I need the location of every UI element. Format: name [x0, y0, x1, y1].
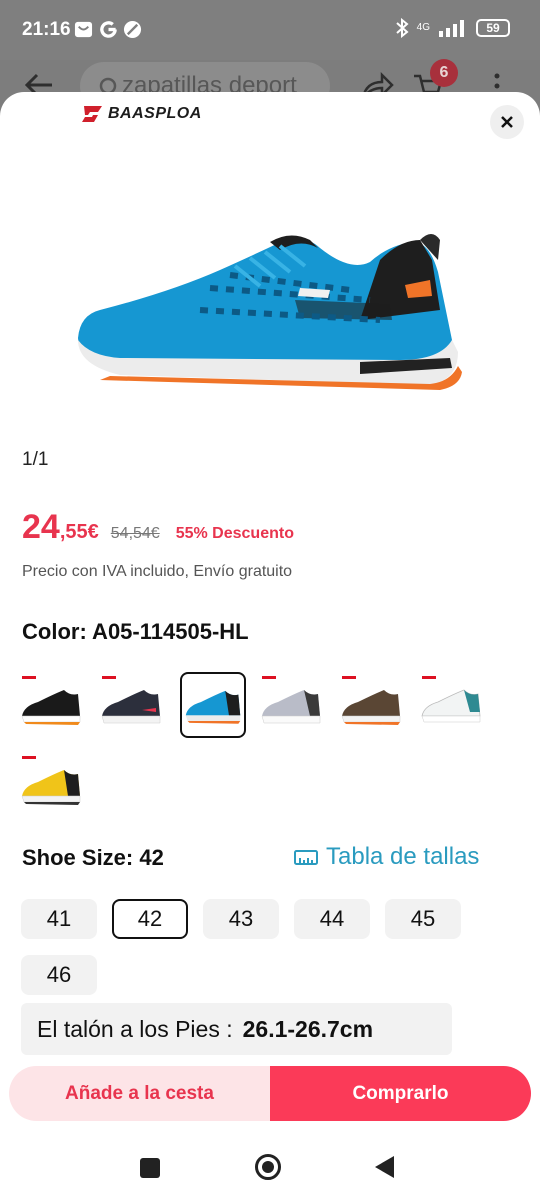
signal-icon	[439, 20, 464, 37]
shoe-size-label: Shoe Size: 42	[22, 845, 164, 870]
swatch-brand-mark	[22, 676, 36, 679]
discount-label: 55% Descuento	[175, 525, 294, 542]
system-navigation-bar	[0, 1134, 540, 1200]
foot-length-label: El talón a los Pies :	[37, 1016, 233, 1042]
tax-shipping-note: Precio con IVA incluido, Envío gratuito	[22, 563, 293, 580]
swatch-shoe-image	[101, 690, 161, 724]
foot-length-info: El talón a los Pies : 26.1-26.7cm	[21, 1003, 452, 1055]
google-icon	[100, 21, 117, 38]
recent-apps-button[interactable]	[140, 1158, 160, 1178]
brand-name: BAASPLOA	[108, 105, 202, 122]
original-price: 54,54€	[110, 525, 160, 542]
size-option-42[interactable]: 42	[112, 899, 188, 939]
battery-icon: 59	[476, 19, 510, 37]
size-chart-link[interactable]: Tabla de tallas	[294, 843, 479, 871]
close-icon	[501, 116, 513, 128]
action-buttons: Añade a la cesta Comprarlo	[9, 1066, 531, 1121]
color-swatch-grey-white[interactable]	[258, 672, 324, 738]
size-option-46[interactable]: 46	[21, 955, 97, 995]
color-label: Color: A05-114505-HL	[22, 619, 249, 644]
product-main-image[interactable]	[60, 200, 480, 420]
size-chart-link-text: Tabla de tallas	[326, 843, 480, 870]
status-bar: 21:16 4G 59	[0, 0, 540, 60]
size-option-44[interactable]: 44	[294, 899, 370, 939]
foot-length-value: 26.1-26.7cm	[242, 1016, 374, 1042]
swatch-shoe-image	[421, 689, 481, 723]
buy-now-button[interactable]: Comprarlo	[270, 1066, 531, 1121]
notification-icon	[74, 21, 93, 38]
image-counter: 1/1	[22, 449, 49, 470]
swatch-shoe-image	[21, 690, 81, 725]
color-swatch-black-orange[interactable]	[18, 672, 84, 738]
swatch-brand-mark	[422, 676, 436, 679]
status-time: 21:16	[22, 19, 71, 40]
size-option-41[interactable]: 41	[21, 899, 97, 939]
color-swatch-yellow-black[interactable]	[18, 752, 84, 818]
add-to-cart-button[interactable]: Añade a la cesta	[9, 1066, 270, 1121]
swatch-shoe-image	[261, 690, 321, 724]
brand-logo: BAASPLOA	[80, 103, 202, 125]
swatch-brand-mark	[102, 676, 116, 679]
price-decimal: ,55€	[59, 521, 99, 543]
swatch-brand-mark	[22, 756, 36, 759]
color-swatch-navy-white[interactable]	[98, 672, 164, 738]
back-button[interactable]	[375, 1156, 394, 1178]
swatch-brand-mark	[342, 676, 356, 679]
size-option-45[interactable]: 45	[385, 899, 461, 939]
price-row: 24 ,55€ 54,54€ 55% Descuento	[22, 508, 294, 548]
swatch-shoe-image	[185, 690, 241, 724]
color-swatch-brown-orange[interactable]	[338, 672, 404, 738]
color-swatch-white-teal[interactable]	[418, 672, 484, 738]
cart-count-badge: 6	[430, 59, 458, 87]
status-right: 4G 59	[395, 18, 510, 38]
ruler-icon	[294, 850, 318, 865]
network-type: 4G	[416, 22, 430, 33]
price-integer: 24	[22, 508, 60, 546]
color-swatch-blue-black[interactable]	[180, 672, 246, 738]
bluetooth-icon	[395, 18, 409, 38]
size-option-43[interactable]: 43	[203, 899, 279, 939]
swatch-shoe-image	[341, 690, 401, 725]
close-button[interactable]	[490, 105, 524, 139]
no-disturb-icon	[123, 20, 142, 39]
swatch-brand-mark	[262, 676, 276, 679]
brand-logo-mark	[82, 106, 102, 122]
swatch-shoe-image	[21, 770, 81, 805]
home-button[interactable]	[255, 1154, 281, 1180]
